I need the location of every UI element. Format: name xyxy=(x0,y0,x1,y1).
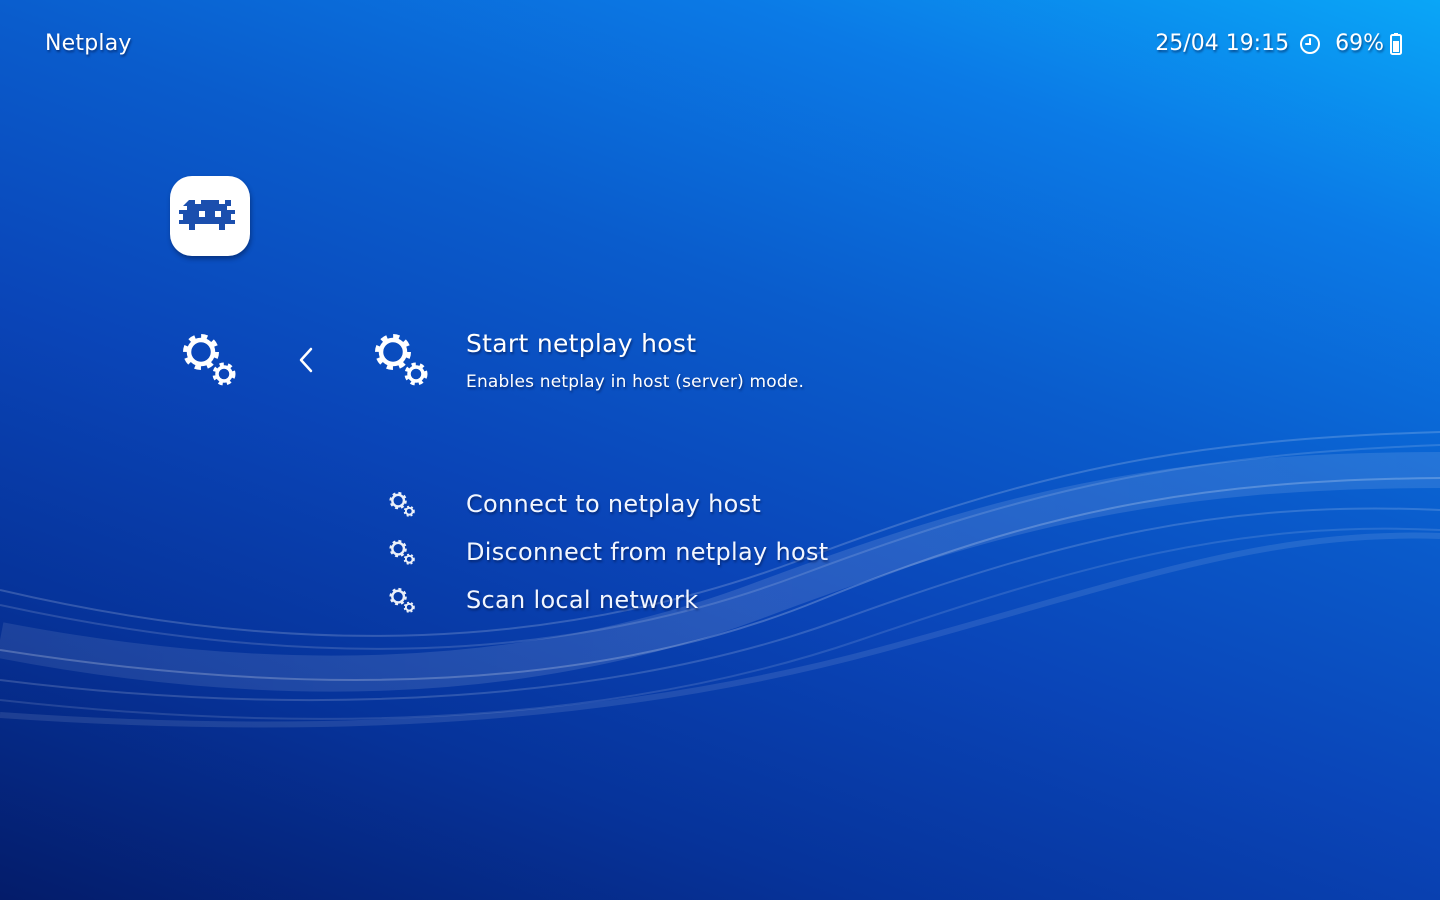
settings-category-gears-icon[interactable] xyxy=(180,330,238,388)
menu-item-scan-local-network[interactable]: Scan local network xyxy=(385,580,905,620)
menu-item-label: Connect to netplay host xyxy=(466,490,762,518)
status-bar: 25/04 19:15 69% xyxy=(1155,30,1402,58)
chevron-left-icon[interactable] xyxy=(296,346,316,374)
menu-item-label: Scan local network xyxy=(466,586,699,614)
start-netplay-host-gears-icon[interactable] xyxy=(372,330,430,388)
clock-icon xyxy=(1299,33,1321,55)
menu-item-sublabel: Enables netplay in host (server) mode. xyxy=(466,372,805,392)
battery-icon xyxy=(1390,33,1402,55)
menu-item-label: Disconnect from netplay host xyxy=(466,538,829,566)
battery-text: 69% xyxy=(1335,31,1384,56)
header-title: Netplay xyxy=(45,31,132,56)
menu-item-connect-to-netplay-host[interactable]: Connect to netplay host xyxy=(385,484,905,524)
background-waves xyxy=(0,431,1440,728)
retroarch-logo-icon[interactable] xyxy=(170,176,250,256)
menu-item-disconnect-from-netplay-host[interactable]: Disconnect from netplay host xyxy=(385,532,905,572)
datetime-text: 25/04 19:15 xyxy=(1155,31,1290,56)
gears-icon xyxy=(388,586,416,614)
retroarch-invader-glyph xyxy=(179,200,235,230)
gears-icon xyxy=(388,538,416,566)
menu-item-start-netplay-host[interactable]: Start netplay host xyxy=(466,328,696,360)
gears-icon xyxy=(388,490,416,518)
